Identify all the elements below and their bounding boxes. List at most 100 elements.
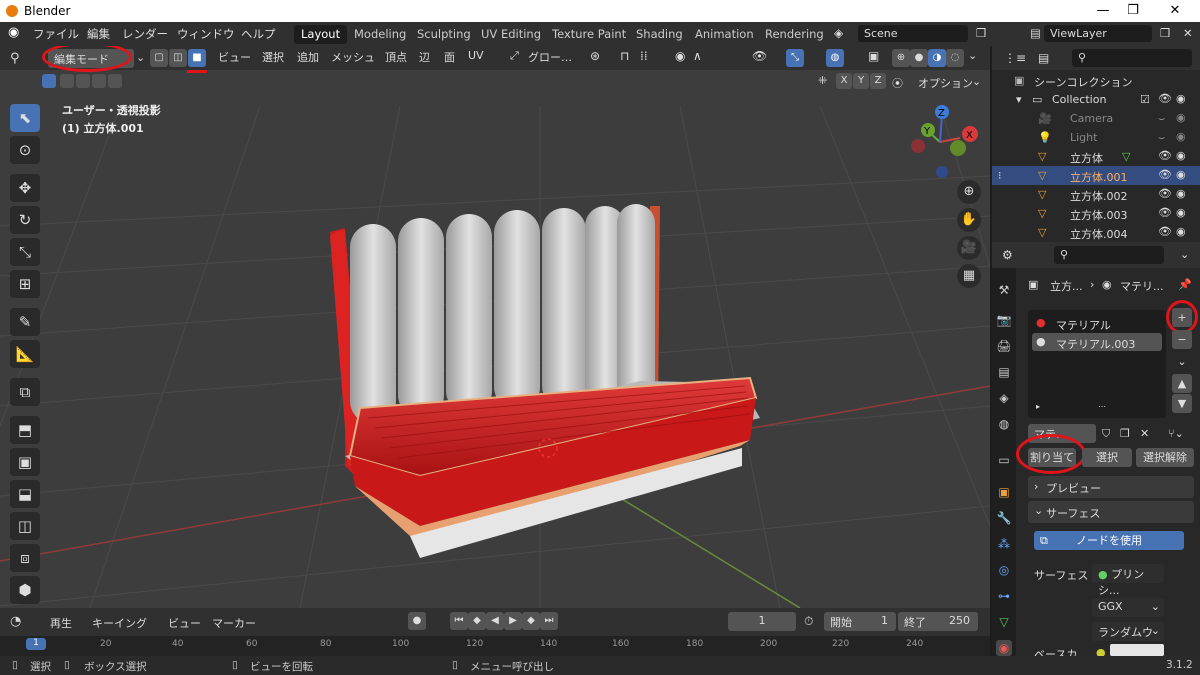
edge-select-icon[interactable]: ◫	[169, 49, 187, 67]
base-color-swatch[interactable]	[1110, 644, 1164, 656]
visibility-icon[interactable]: 👁	[752, 49, 767, 63]
loop-cut-tool-icon[interactable]: ◫	[10, 512, 40, 540]
data-tab-icon[interactable]: ▽	[996, 614, 1012, 630]
end-frame-field[interactable]: 終了 250	[898, 612, 978, 631]
node-link-icon[interactable]: ⑂⌄	[1168, 427, 1184, 440]
modifier-tab-icon[interactable]: 🔧	[996, 510, 1012, 526]
menu-vertex[interactable]: 頂点	[385, 49, 407, 65]
select-mode-subtract-icon[interactable]	[76, 74, 90, 88]
collection-tab-icon[interactable]: ▭	[996, 452, 1012, 468]
display-mode-icon[interactable]: ▤	[1038, 51, 1049, 65]
editor-type-icon[interactable]: ⚲	[10, 51, 20, 66]
breadcrumb-material[interactable]: マテリ...	[1120, 278, 1164, 294]
rendered-shading-icon[interactable]: ◌	[946, 49, 964, 67]
menu-help[interactable]: ヘルプ	[241, 26, 276, 42]
falloff-icon[interactable]: ∧	[693, 49, 702, 63]
outliner-row-cube-002[interactable]: ▽ 立方体.002 👁 ◉	[992, 185, 1200, 204]
surface-panel-header[interactable]: ⌄ サーフェス	[1028, 501, 1194, 523]
close-icon[interactable]: ✕	[1160, 2, 1190, 20]
mirror-y-toggle[interactable]: Y	[853, 73, 869, 89]
timeline-view-menu[interactable]: ビュー	[168, 615, 201, 631]
mirror-z-toggle[interactable]: Z	[870, 73, 886, 89]
next-keyframe-icon[interactable]: ◆	[522, 612, 540, 630]
menu-edge[interactable]: 辺	[419, 49, 430, 65]
remove-slot-button[interactable]: −	[1172, 330, 1192, 349]
measure-tool-icon[interactable]: 📐	[10, 340, 40, 368]
menu-face[interactable]: 面	[444, 49, 455, 65]
viewlayer-field[interactable]: ViewLayer	[1044, 25, 1152, 42]
tab-shading[interactable]: Shading	[629, 25, 690, 44]
zoom-icon[interactable]: ⊕	[957, 180, 981, 204]
poly-build-tool-icon[interactable]: ⬢	[10, 576, 40, 604]
pin-icon[interactable]: 📌	[1178, 278, 1192, 291]
eye-icon[interactable]: 👁	[1158, 206, 1172, 219]
camera-render-icon[interactable]: ◉	[1176, 206, 1186, 219]
camera-view-icon[interactable]: 🎥	[957, 236, 981, 260]
playhead[interactable]: 1	[26, 638, 46, 650]
3d-viewport[interactable]: ⚲ 編集モード ⌄ ▢ ◫ ■ ビュー 選択 追加 メッシュ 頂点 辺 面 UV…	[0, 46, 990, 608]
fake-user-icon[interactable]: ⛉	[1102, 427, 1110, 441]
world-tab-icon[interactable]: ◍	[996, 416, 1012, 432]
viewlayer-copy-icon[interactable]: ❐	[1160, 26, 1170, 40]
outliner-row-light[interactable]: 💡 Light ⌣ ◉	[992, 128, 1200, 147]
particles-tab-icon[interactable]: ⁂	[996, 536, 1012, 552]
deselect-button[interactable]: 選択解除	[1136, 448, 1194, 467]
menu-uv[interactable]: UV	[468, 49, 484, 62]
snap-icon[interactable]: ⊓	[620, 49, 629, 63]
pivot-icon[interactable]: ⊛	[590, 49, 600, 63]
outliner-search-input[interactable]: ⚲	[1072, 49, 1192, 67]
surface-shader-field[interactable]: ● プリンシ...	[1092, 564, 1164, 597]
minimize-icon[interactable]: —	[1088, 2, 1118, 20]
rotate-tool-icon[interactable]: ↻	[10, 206, 40, 234]
object-tab-icon[interactable]: ▣	[996, 484, 1012, 500]
outliner-editor-icon[interactable]: ⋮≡	[1004, 51, 1026, 65]
wireframe-shading-icon[interactable]: ⊕	[892, 49, 910, 67]
timeline-playback-menu[interactable]: 再生	[50, 615, 72, 631]
prev-keyframe-icon[interactable]: ◆	[468, 612, 486, 630]
play-reverse-icon[interactable]: ◀	[486, 612, 504, 630]
tab-animation[interactable]: Animation	[688, 25, 761, 44]
distribution-select[interactable]: GGX ⌄	[1092, 598, 1164, 617]
play-icon[interactable]: ▶	[504, 612, 522, 630]
menu-edit[interactable]: 編集	[87, 26, 110, 42]
navigation-gizmo[interactable]: X Y Z	[904, 104, 984, 184]
select-mode-new-icon[interactable]	[42, 74, 56, 88]
physics-tab-icon[interactable]: ◎	[996, 562, 1012, 578]
camera-render-icon[interactable]: ◉	[1176, 111, 1186, 124]
tab-layout[interactable]: Layout	[294, 25, 348, 44]
extrude-tool-icon[interactable]: ⬒	[10, 416, 40, 444]
menu-window[interactable]: ウィンドウ	[177, 26, 235, 42]
material-tab-icon[interactable]: ◉	[996, 640, 1012, 656]
viewlayer-remove-icon[interactable]: ✕	[1183, 26, 1193, 40]
scene-field[interactable]: Scene	[858, 25, 968, 42]
move-up-icon[interactable]: ▲	[1172, 374, 1192, 393]
outliner-row-cube-004[interactable]: ▽ 立方体.004 👁 ◉	[992, 223, 1200, 242]
hidden-eye-icon[interactable]: ⌣	[1158, 131, 1165, 145]
constraints-tab-icon[interactable]: ⊶	[996, 588, 1012, 604]
timeline-keying-menu[interactable]: キーイング	[92, 615, 147, 631]
outliner-row-cube-003[interactable]: ▽ 立方体.003 👁 ◉	[992, 204, 1200, 223]
camera-render-icon[interactable]: ◉	[1176, 187, 1186, 200]
material-slot-row-selected[interactable]: ● マテリアル.003	[1032, 333, 1162, 351]
gizmo-toggle-icon[interactable]: ⤡	[786, 49, 804, 67]
preview-panel-header[interactable]: › プレビュー	[1028, 476, 1194, 498]
jump-start-icon[interactable]: ⏮	[450, 612, 468, 630]
tool-tab-icon[interactable]: ⚒	[996, 282, 1012, 298]
annotate-tool-icon[interactable]: ✎	[10, 308, 40, 336]
jump-end-icon[interactable]: ⏭	[540, 612, 558, 630]
perspective-toggle-icon[interactable]: ▦	[957, 264, 981, 288]
move-down-icon[interactable]: ▼	[1172, 394, 1192, 413]
eye-icon[interactable]: 👁	[1158, 225, 1172, 238]
duplicate-material-icon[interactable]: ❐	[1120, 427, 1130, 440]
current-frame-field[interactable]: 1	[728, 612, 796, 631]
shading-dropdown-icon[interactable]: ⌄	[968, 49, 977, 62]
output-tab-icon[interactable]: 🖨	[996, 338, 1012, 354]
subsurface-method-select[interactable]: ランダムウ ⌄	[1092, 622, 1164, 641]
tab-modeling[interactable]: Modeling	[347, 25, 413, 44]
transform-tool-icon[interactable]: ⊞	[10, 270, 40, 298]
select-mode-intersect-icon[interactable]	[108, 74, 122, 88]
bevel-tool-icon[interactable]: ⬓	[10, 480, 40, 508]
xray-icon[interactable]: ▣	[868, 49, 879, 63]
breadcrumb-object[interactable]: 立方...	[1050, 278, 1083, 294]
select-mode-invert-icon[interactable]	[92, 74, 106, 88]
